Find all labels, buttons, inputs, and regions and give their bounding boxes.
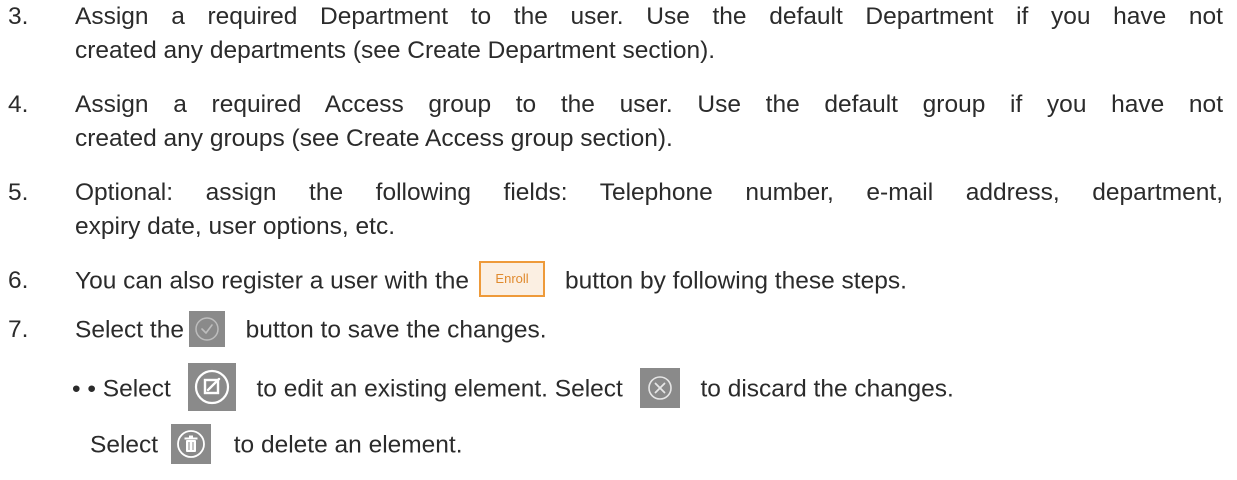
step-number: 3.: [8, 3, 29, 30]
step-text-line-1: Assign a required Department to the user…: [75, 3, 1223, 30]
edit-icon: [194, 369, 229, 405]
step-text-line-2: created any departments (see Create Depa…: [75, 37, 716, 64]
step-text-line-2: created any groups (see Create Access gr…: [75, 125, 673, 152]
step-text-after: button by following these steps.: [565, 267, 907, 295]
delete-text-after: to delete an element.: [233, 431, 463, 459]
note-bullet-text: • • Select: [72, 375, 171, 403]
step-number: 4.: [8, 91, 29, 118]
save-button[interactable]: [188, 311, 225, 347]
step-number: 6.: [8, 267, 29, 294]
close-circle-icon: [647, 376, 672, 400]
delete-button[interactable]: [170, 424, 211, 464]
discard-button[interactable]: [639, 368, 680, 408]
delete-text-before: Select: [90, 431, 159, 459]
trash-icon: [177, 430, 205, 458]
step-number: 5.: [8, 179, 29, 206]
step-text-line-1: Optional: assign the following fields: T…: [75, 179, 1223, 206]
edit-text: to edit an existing element. Select: [256, 375, 623, 403]
step-text-line-2: expiry date, user options, etc.: [75, 213, 396, 240]
discard-text: to discard the changes.: [700, 375, 954, 403]
step-text-after: button to save the changes.: [245, 316, 547, 344]
step-text: Select the: [75, 316, 184, 344]
step-number: 7.: [8, 316, 29, 343]
edit-button[interactable]: [187, 363, 236, 411]
step-text-line-1: Assign a required Access group to the us…: [75, 91, 1223, 118]
step-text: You can also register a user with the: [75, 267, 470, 295]
enroll-button[interactable]: Enroll: [479, 261, 546, 297]
check-circle-icon: [195, 317, 219, 341]
